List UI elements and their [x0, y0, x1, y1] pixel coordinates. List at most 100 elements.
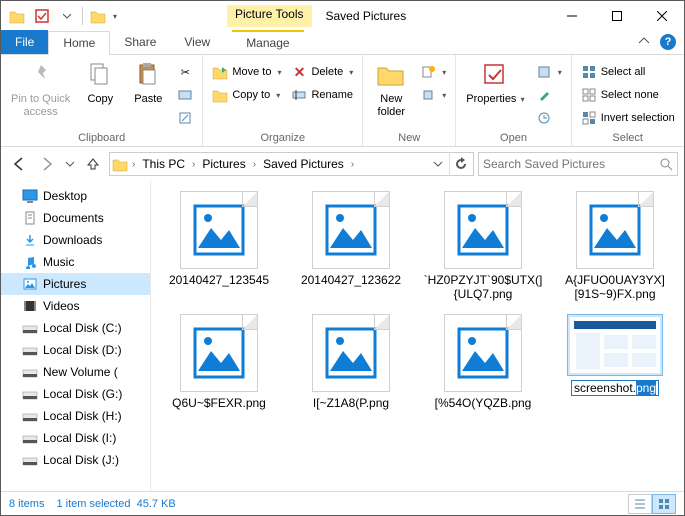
content-pane[interactable]: 20140427_12354520140427_123622`HZ0PZYJT`… [151, 181, 684, 491]
delete-button[interactable]: ✕Delete▾ [288, 61, 356, 83]
nav-item-documents[interactable]: Documents [1, 207, 150, 229]
group-label-clipboard: Clipboard [7, 130, 196, 146]
history-button[interactable] [533, 107, 565, 129]
nav-item-label: Local Disk (C:) [43, 321, 122, 335]
qat-dropdown[interactable] [55, 5, 79, 27]
select-all-icon [581, 64, 597, 80]
crumb-saved-pictures[interactable]: Saved Pictures [260, 157, 347, 171]
crumb-this-pc[interactable]: This PC [139, 157, 188, 171]
file-label: A{JFUO0UAY3YX][91S~9)FX.png [555, 273, 675, 302]
file-item[interactable]: Q6U~$FEXR.png [157, 310, 281, 414]
forward-button[interactable] [35, 152, 59, 176]
nav-item-label: Music [43, 255, 74, 269]
file-item[interactable]: A{JFUO0UAY3YX][91S~9)FX.png [553, 187, 677, 306]
easy-access-button[interactable]: ▾ [417, 84, 449, 106]
tab-manage[interactable]: Manage [232, 30, 303, 54]
file-item-renaming[interactable]: screenshot.png [553, 310, 677, 414]
image-thumbnail-icon [180, 314, 258, 392]
navigation-pane[interactable]: Desktop Documents Downloads Music PicturesVi… [1, 181, 151, 491]
back-button[interactable] [7, 152, 31, 176]
search-icon[interactable] [659, 157, 673, 171]
search-box[interactable] [478, 152, 678, 176]
quick-access-toolbar: ▾ [1, 5, 117, 27]
tab-home[interactable]: Home [48, 31, 110, 55]
disk-icon [21, 364, 39, 380]
maximize-button[interactable] [594, 1, 639, 31]
nav-item-music[interactable]: Music [1, 251, 150, 273]
paste-shortcut-button[interactable] [174, 107, 196, 129]
file-item[interactable]: I[~Z1A8(P.png [289, 310, 413, 414]
file-item[interactable]: `HZ0PZYJT`90$UTX(]{ULQ7.png [421, 187, 545, 306]
new-item-icon [420, 64, 436, 80]
help-icon[interactable]: ? [660, 34, 676, 50]
open-icon [536, 64, 552, 80]
view-details-button[interactable] [628, 494, 652, 514]
pictures-icon [21, 276, 39, 292]
qat-overflow[interactable]: ▾ [113, 12, 117, 21]
location-icon [112, 156, 128, 172]
nav-item-label: Documents [43, 211, 104, 225]
window-title: Saved Pictures [326, 9, 407, 23]
status-bar: 8 items 1 item selected 45.7 KB [1, 491, 684, 515]
qat-folder-icon[interactable] [5, 5, 29, 27]
edit-button[interactable] [533, 84, 565, 106]
disk-icon [21, 452, 39, 468]
select-none-button[interactable]: Select none [578, 84, 678, 106]
image-thumbnail-icon [444, 314, 522, 392]
nav-item-local-disk-d-[interactable]: Local Disk (D:) [1, 339, 150, 361]
qat-new-icon[interactable] [86, 5, 110, 27]
group-label-open: Open [462, 130, 564, 146]
invert-selection-button[interactable]: Invert selection [578, 107, 678, 129]
address-bar[interactable]: › This PC› Pictures› Saved Pictures› [109, 152, 474, 176]
recent-dropdown[interactable] [63, 152, 77, 176]
minimize-button[interactable] [549, 1, 594, 31]
view-icons-button[interactable] [652, 494, 676, 514]
close-button[interactable] [639, 1, 684, 31]
screenshot-thumbnail [567, 314, 663, 376]
qat-properties-icon[interactable] [30, 5, 54, 27]
up-button[interactable] [81, 152, 105, 176]
tab-share[interactable]: Share [110, 30, 170, 54]
rename-button[interactable]: Rename [288, 84, 356, 106]
file-item[interactable]: 20140427_123545 [157, 187, 281, 306]
crumb-pictures[interactable]: Pictures [199, 157, 248, 171]
cut-button[interactable]: ✂ [174, 61, 196, 83]
ribbon-collapse-icon[interactable] [638, 35, 650, 47]
nav-item-new-volume-[interactable]: New Volume ( [1, 361, 150, 383]
file-item[interactable]: 20140427_123622 [289, 187, 413, 306]
new-item-button[interactable]: ▾ [417, 61, 449, 83]
move-to-button[interactable]: Move to▾ [209, 61, 284, 83]
nav-item-videos[interactable]: Videos [1, 295, 150, 317]
properties-icon [479, 59, 511, 91]
refresh-button[interactable] [449, 152, 471, 176]
select-all-button[interactable]: Select all [578, 61, 678, 83]
tab-view[interactable]: View [170, 30, 224, 54]
nav-item-downloads[interactable]: Downloads [1, 229, 150, 251]
nav-item-local-disk-c-[interactable]: Local Disk (C:) [1, 317, 150, 339]
file-rename-input[interactable]: screenshot.png [571, 380, 659, 396]
pin-to-quick-access-button[interactable]: Pin to Quick access [7, 57, 74, 120]
nav-item-label: Downloads [43, 233, 102, 247]
ribbon-tabs: File Home Share View Manage ? [1, 31, 684, 55]
address-dropdown[interactable] [429, 152, 447, 176]
paste-button[interactable]: Paste [126, 57, 170, 108]
copy-button[interactable]: Copy [78, 57, 122, 108]
nav-item-local-disk-i-[interactable]: Local Disk (I:) [1, 427, 150, 449]
ribbon: Pin to Quick access Copy Paste ✂ Clipboa… [1, 55, 684, 147]
search-input[interactable] [483, 157, 659, 171]
nav-item-desktop[interactable]: Desktop [1, 185, 150, 207]
new-folder-button[interactable]: New folder [369, 57, 413, 120]
copy-path-button[interactable] [174, 84, 196, 106]
copy-to-button[interactable]: Copy to▾ [209, 84, 284, 106]
paste-icon [132, 59, 164, 91]
properties-button[interactable]: Properties ▾ [462, 57, 528, 108]
history-icon [536, 110, 552, 126]
nav-item-pictures[interactable]: Pictures [1, 273, 150, 295]
nav-item-local-disk-j-[interactable]: Local Disk (J:) [1, 449, 150, 471]
nav-item-local-disk-g-[interactable]: Local Disk (G:) [1, 383, 150, 405]
tab-file[interactable]: File [1, 30, 48, 54]
nav-item-label: Local Disk (H:) [43, 409, 122, 423]
open-button[interactable]: ▾ [533, 61, 565, 83]
file-item[interactable]: [%54O(YQZB.png [421, 310, 545, 414]
nav-item-local-disk-h-[interactable]: Local Disk (H:) [1, 405, 150, 427]
